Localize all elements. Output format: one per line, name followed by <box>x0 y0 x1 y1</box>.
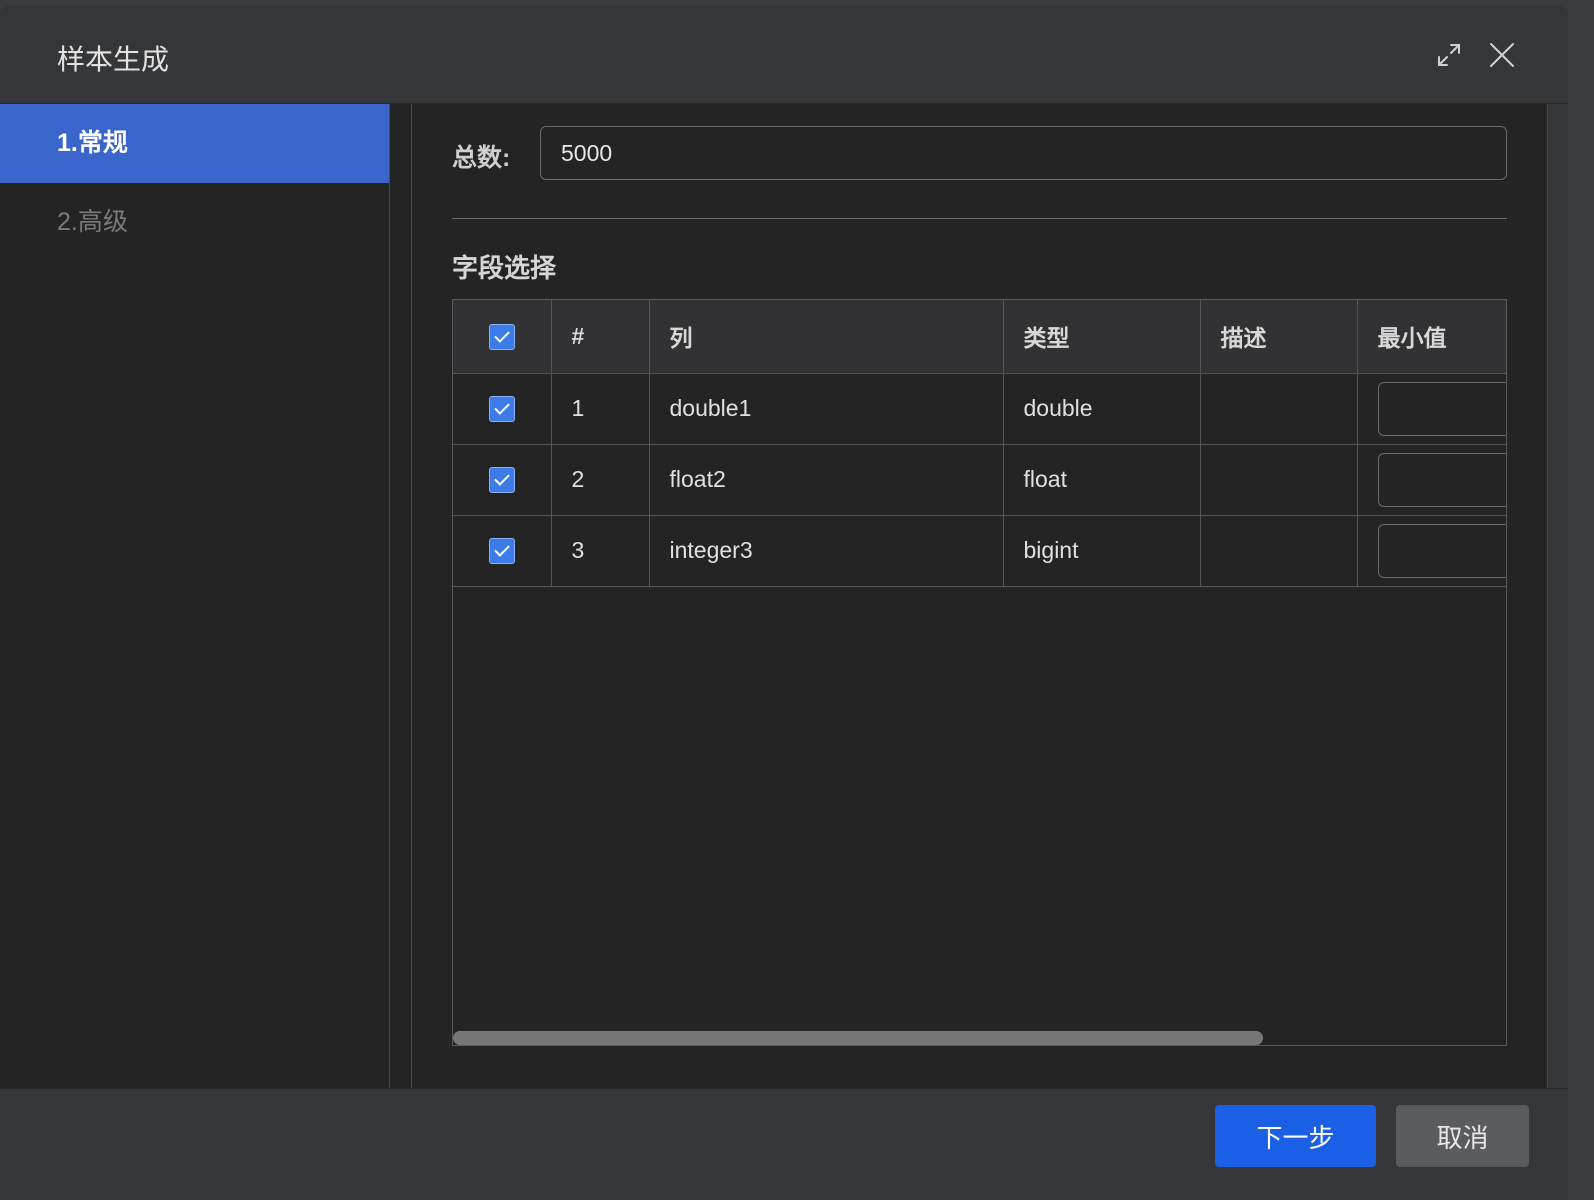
total-label: 总数: <box>452 144 511 172</box>
row-index: 1 <box>550 372 650 445</box>
column-header-column[interactable]: 列 <box>648 300 1004 374</box>
row-description[interactable] <box>1199 443 1358 516</box>
select-all-cell <box>453 300 552 374</box>
sample-generation-dialog: 样本生成 1.常规 2.高级 总数: 字段选择 <box>0 6 1568 1200</box>
row-checkbox[interactable] <box>488 538 515 565</box>
row-min-input[interactable] <box>1377 523 1506 578</box>
fields-table: # 列 类型 描述 最小值 1 double1 double 2 float2 … <box>452 299 1507 1046</box>
row-min-input[interactable] <box>1377 452 1506 507</box>
step-general[interactable]: 1.常规 <box>0 104 389 183</box>
steps-sidebar: 1.常规 2.高级 <box>0 104 390 1088</box>
cancel-button[interactable]: 取消 <box>1396 1105 1529 1167</box>
table-header-row: # 列 类型 描述 最小值 <box>453 300 1506 374</box>
general-panel: 总数: 字段选择 # 列 类型 描述 <box>412 104 1548 1088</box>
step-advanced[interactable]: 2.高级 <box>0 183 389 262</box>
row-description[interactable] <box>1199 372 1358 445</box>
next-step-button[interactable]: 下一步 <box>1215 1105 1376 1167</box>
row-column-name: double1 <box>648 372 1004 445</box>
dialog-footer: 下一步 取消 <box>0 1088 1568 1200</box>
row-description[interactable] <box>1199 514 1358 587</box>
row-index: 3 <box>550 514 650 587</box>
dialog-title: 样本生成 <box>57 44 170 75</box>
row-checkbox[interactable] <box>488 396 515 423</box>
select-all-checkbox[interactable] <box>488 324 515 351</box>
field-selection-title: 字段选择 <box>452 253 557 283</box>
row-column-name: float2 <box>648 443 1004 516</box>
row-min-input[interactable] <box>1377 381 1506 436</box>
dialog-body: 1.常规 2.高级 总数: 字段选择 # <box>0 104 1568 1088</box>
panel-separator <box>390 104 412 1088</box>
dialog-titlebar: 样本生成 <box>0 6 1568 104</box>
table-row[interactable]: 1 double1 double <box>453 372 1506 445</box>
table-row[interactable]: 2 float2 float <box>453 443 1506 516</box>
maximize-icon[interactable] <box>1434 40 1464 70</box>
column-header-min[interactable]: 最小值 <box>1356 300 1506 374</box>
column-header-index[interactable]: # <box>550 300 650 374</box>
total-count-input[interactable] <box>540 126 1507 180</box>
column-header-type[interactable]: 类型 <box>1002 300 1201 374</box>
row-type: float <box>1002 443 1201 516</box>
horizontal-scrollbar[interactable] <box>453 1031 1263 1045</box>
row-index: 2 <box>550 443 650 516</box>
column-header-description[interactable]: 描述 <box>1199 300 1358 374</box>
close-icon[interactable] <box>1487 40 1517 70</box>
row-checkbox[interactable] <box>488 467 515 494</box>
row-type: bigint <box>1002 514 1201 587</box>
divider <box>452 218 1507 219</box>
table-row[interactable]: 3 integer3 bigint <box>453 514 1506 587</box>
row-column-name: integer3 <box>648 514 1004 587</box>
row-type: double <box>1002 372 1201 445</box>
